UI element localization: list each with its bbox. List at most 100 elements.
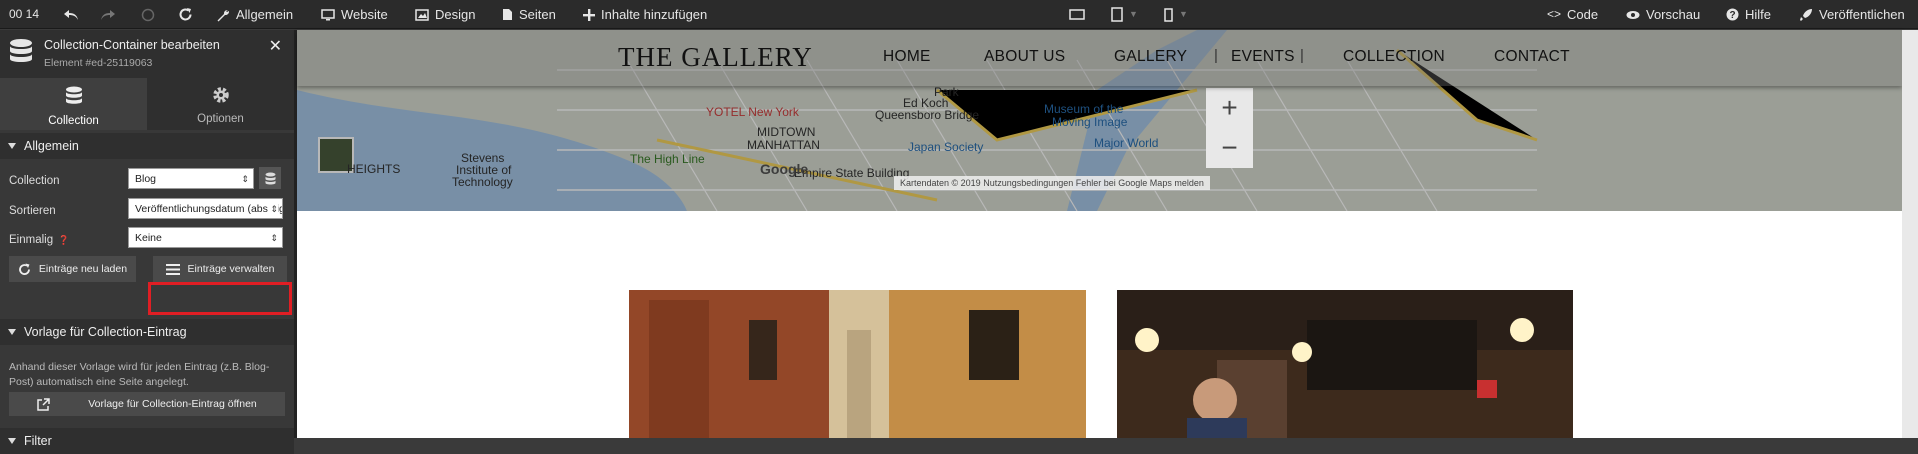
- close-icon[interactable]: ✕: [269, 36, 282, 56]
- once-select-value: Keine: [135, 232, 162, 244]
- eye-icon: [1626, 10, 1640, 19]
- nav-separator: |: [1300, 47, 1304, 64]
- sort-select-value: Veröffentlichungsdatum (absteigend): [135, 203, 282, 215]
- caret-down-icon: [8, 329, 16, 335]
- blog-image-bar[interactable]: [1117, 290, 1573, 438]
- section-filter-header[interactable]: Filter: [0, 428, 294, 454]
- general-menu-label: Allgemein: [236, 7, 294, 22]
- desktop-view-button[interactable]: [1069, 0, 1085, 29]
- nav-home[interactable]: HOME: [883, 48, 931, 66]
- refresh-icon[interactable]: [178, 0, 193, 29]
- open-template-label: Vorlage für Collection-Eintrag öffnen: [88, 398, 257, 410]
- code-icon: <>: [1547, 7, 1562, 21]
- wrench-icon: [217, 9, 230, 21]
- redo-icon[interactable]: [100, 0, 116, 29]
- section-template-title: Vorlage für Collection-Eintrag: [24, 325, 187, 339]
- canvas-scrollbar[interactable]: [1902, 30, 1918, 438]
- highlight-annotation-box: [148, 282, 292, 315]
- code-button[interactable]: <> Code: [1547, 0, 1598, 29]
- once-label-text: Einmalig: [9, 234, 54, 246]
- publish-button[interactable]: Veröffentlichen: [1799, 0, 1905, 29]
- desktop-icon: [1069, 8, 1085, 20]
- image-icon: [415, 8, 429, 21]
- site-logo[interactable]: THE GALLERY: [618, 42, 813, 73]
- reload-entries-label: Einträge neu laden: [38, 263, 128, 275]
- database-icon: [10, 39, 32, 62]
- external-link-icon: [37, 397, 50, 411]
- session-timer: 00 14: [9, 7, 40, 21]
- tablet-view-button[interactable]: ▼: [1111, 0, 1138, 29]
- gear-icon: [212, 87, 229, 103]
- pages-menu-label: Seiten: [519, 7, 556, 22]
- nav-events[interactable]: EVENTS: [1231, 48, 1295, 66]
- tab-options[interactable]: Optionen: [147, 78, 294, 130]
- select-arrows-icon: ⇕: [270, 233, 278, 243]
- section-template-header[interactable]: Vorlage für Collection-Eintrag: [0, 319, 294, 345]
- once-label: Einmalig ❓: [9, 234, 70, 246]
- blog-image-street[interactable]: [629, 290, 1086, 438]
- plus-icon: [583, 8, 595, 21]
- add-content-label: Inhalte hinzufügen: [601, 7, 708, 22]
- help-button[interactable]: ? Hilfe: [1726, 0, 1771, 29]
- zoom-in-button[interactable]: +: [1206, 88, 1253, 128]
- preview-label: Vorschau: [1646, 7, 1701, 22]
- nav-collection[interactable]: COLLECTION: [1343, 48, 1445, 66]
- chevron-down-icon: ▼: [1179, 9, 1188, 19]
- panel-tabs: Collection Optionen: [0, 78, 294, 130]
- undo-icon[interactable]: [63, 0, 79, 29]
- tab-collection-label: Collection: [48, 115, 99, 127]
- bar-photo: [1117, 290, 1573, 438]
- website-menu-label: Website: [341, 7, 388, 22]
- nav-contact[interactable]: CONTACT: [1494, 48, 1570, 66]
- panel-header: Collection-Container bearbeiten Element …: [0, 30, 294, 78]
- collection-label: Collection: [9, 175, 60, 187]
- general-menu-button[interactable]: Allgemein: [216, 0, 293, 29]
- panel-title: Collection-Container bearbeiten: [44, 38, 220, 52]
- monitor-icon: [321, 8, 335, 20]
- publish-label: Veröffentlichen: [1819, 7, 1905, 22]
- sort-select[interactable]: Veröffentlichungsdatum (absteigend) ⇕: [128, 198, 283, 219]
- mobile-view-button[interactable]: ▼: [1164, 0, 1188, 29]
- map-zoom-controls: + −: [1206, 88, 1253, 168]
- zoom-out-button[interactable]: −: [1206, 128, 1253, 168]
- sort-label: Sortieren: [9, 205, 56, 217]
- svg-text:?: ?: [1729, 10, 1735, 21]
- template-description: Anhand dieser Vorlage wird für jeden Ein…: [9, 361, 270, 388]
- refresh-icon: [19, 263, 30, 275]
- map-attribution: Kartendaten © 2019 Nutzungsbedingungen F…: [894, 176, 1210, 190]
- preview-button[interactable]: Vorschau: [1626, 0, 1700, 29]
- street-photo: [629, 290, 1086, 438]
- help-label: Hilfe: [1745, 7, 1772, 22]
- code-label: Code: [1567, 7, 1599, 22]
- once-select[interactable]: Keine ⇕: [128, 227, 283, 248]
- rocket-icon: [1800, 8, 1812, 21]
- tablet-icon: [1111, 7, 1123, 22]
- top-toolbar: 00 14 Allgemein Website Design Seiten In…: [0, 0, 1918, 29]
- collection-select[interactable]: Blog ⇕: [128, 168, 254, 189]
- design-menu-label: Design: [435, 7, 476, 22]
- caret-down-icon: [8, 438, 16, 444]
- add-content-button[interactable]: Inhalte hinzufügen: [583, 0, 707, 29]
- help-icon: ?: [1726, 8, 1739, 21]
- section-general-header[interactable]: Allgemein: [0, 133, 294, 159]
- element-id: Element #ed-25119063: [44, 57, 153, 69]
- design-menu-button[interactable]: Design: [415, 0, 475, 29]
- info-icon[interactable]: ❓: [58, 235, 69, 245]
- section-filter-title: Filter: [24, 434, 52, 448]
- collection-select-value: Blog: [135, 173, 157, 185]
- nav-separator: |: [1214, 47, 1218, 64]
- site-header[interactable]: THE GALLERY HOME ABOUT US GALLERY | EVEN…: [297, 30, 1902, 86]
- manage-collections-button[interactable]: [259, 167, 281, 189]
- database-icon: [265, 172, 275, 184]
- pages-menu-button[interactable]: Seiten: [502, 0, 556, 29]
- tab-collection[interactable]: Collection: [0, 78, 147, 130]
- manage-entries-button[interactable]: Einträge verwalten: [153, 256, 287, 282]
- nav-gallery[interactable]: GALLERY: [1114, 48, 1187, 66]
- website-menu-button[interactable]: Website: [321, 0, 388, 29]
- open-template-button[interactable]: Vorlage für Collection-Eintrag öffnen: [9, 392, 285, 416]
- reload-entries-button[interactable]: Einträge neu laden: [9, 256, 136, 282]
- caret-down-icon: [8, 143, 16, 149]
- nav-about-us[interactable]: ABOUT US: [984, 48, 1065, 66]
- list-icon: [165, 263, 180, 275]
- select-arrows-icon: ⇕: [268, 199, 278, 218]
